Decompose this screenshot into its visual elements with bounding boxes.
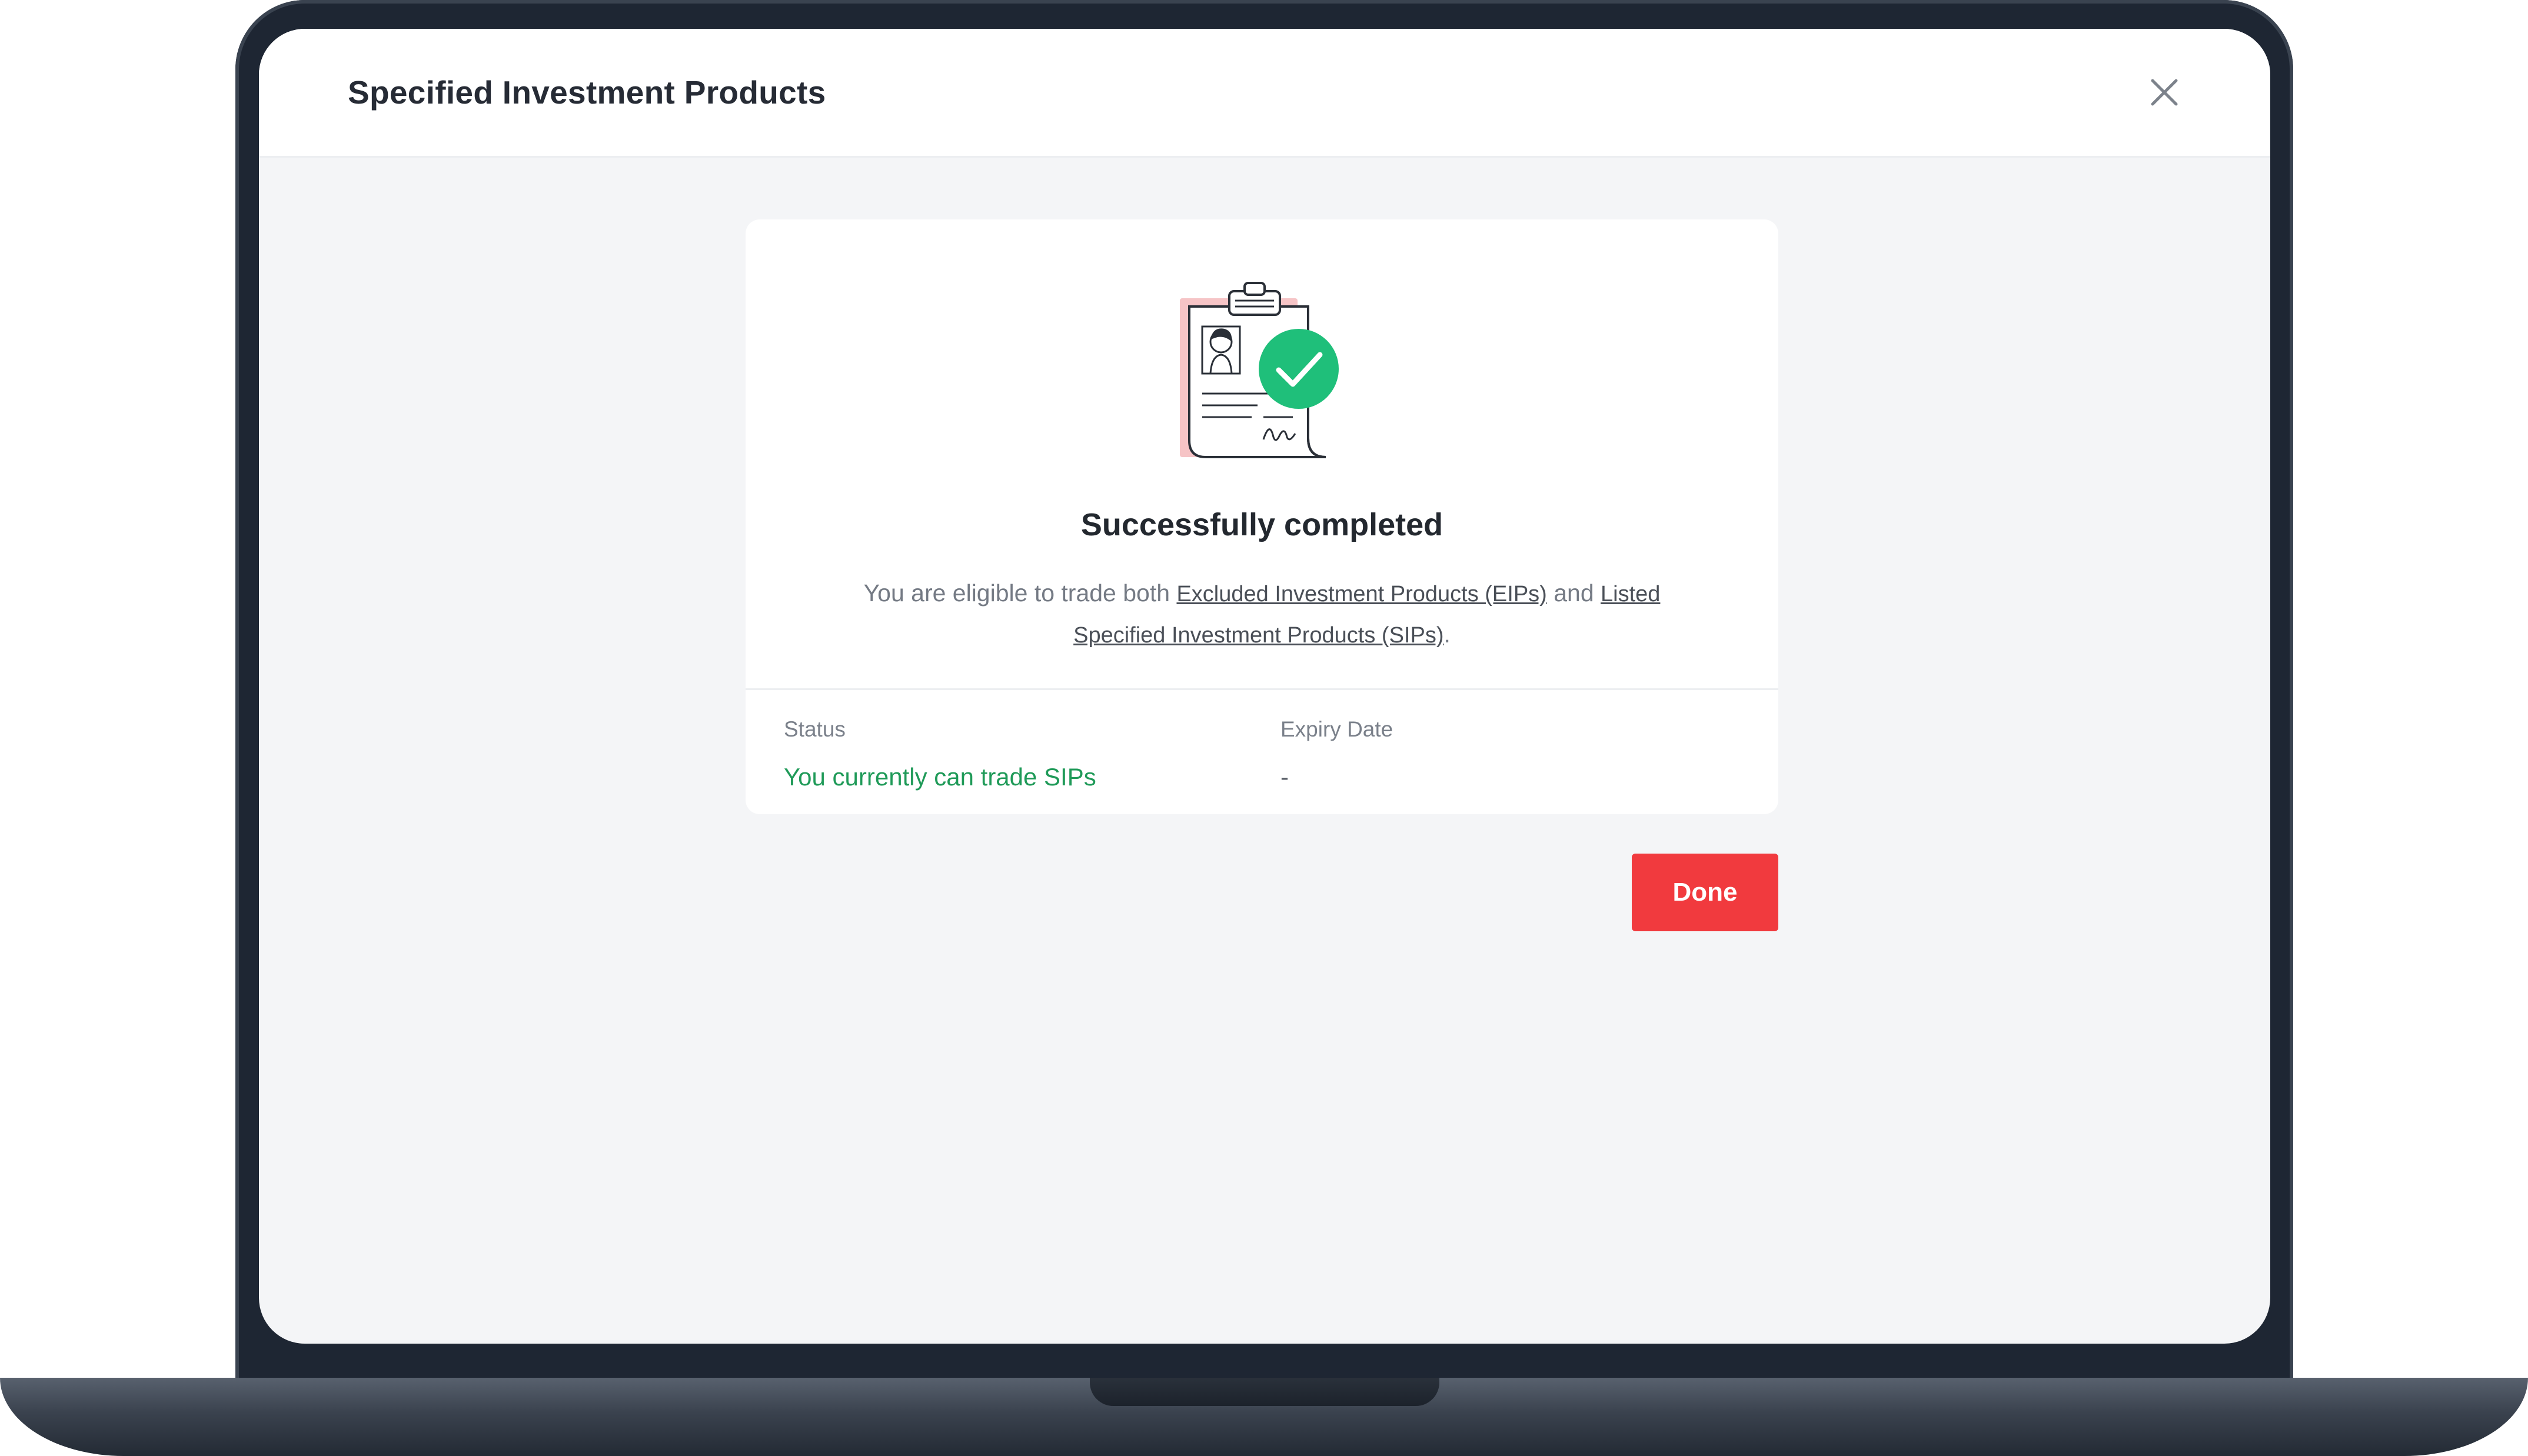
success-headline: Successfully completed (1080, 507, 1443, 542)
expiry-date-value: - (1280, 763, 1289, 791)
result-card: Successfully completed You are eligible … (746, 219, 1778, 814)
done-button[interactable]: Done (1632, 854, 1778, 931)
dialog-header: Specified Investment Products (259, 29, 2270, 158)
laptop-notch (1090, 1378, 1439, 1406)
description-prefix: You are eligible to trade both (863, 579, 1177, 607)
dialog-title: Specified Investment Products (348, 74, 826, 111)
expiry-date-label: Expiry Date (1280, 717, 1393, 741)
card-divider (746, 688, 1778, 690)
eip-link[interactable]: Excluded Investment Products (EIPs) (1176, 582, 1546, 607)
status-value: You currently can trade SIPs (784, 763, 1096, 791)
eligibility-description: You are eligible to trade both Excluded … (828, 573, 1696, 655)
dialog-window: Specified Investment Products Successful… (259, 29, 2270, 1344)
description-middle: and (1546, 579, 1601, 607)
description-suffix: . (1443, 621, 1451, 648)
status-label: Status (784, 717, 846, 741)
clipboard-check-icon (1175, 281, 1352, 469)
close-icon[interactable] (2146, 74, 2183, 111)
laptop-frame: Specified Investment Products Successful… (0, 0, 2528, 1456)
